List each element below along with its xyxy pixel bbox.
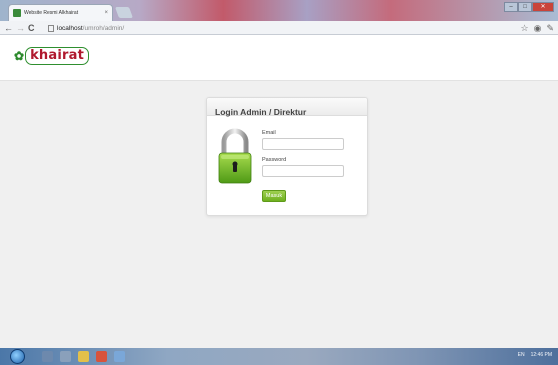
new-tab-button[interactable] bbox=[114, 7, 134, 18]
language-indicator[interactable]: EN bbox=[518, 352, 525, 358]
address-bar[interactable]: localhost /umroh/admin/ bbox=[48, 23, 518, 33]
taskbar-app-icon[interactable] bbox=[42, 351, 53, 362]
clock[interactable]: 12:46 PM bbox=[531, 352, 552, 358]
site-logo[interactable]: ✿ khairat bbox=[14, 47, 89, 65]
forward-button[interactable]: → bbox=[16, 22, 25, 34]
leaf-icon: ✿ bbox=[14, 49, 25, 63]
extension-icon[interactable]: ◉ bbox=[534, 22, 542, 34]
taskbar-app-icon[interactable] bbox=[96, 351, 107, 362]
site-header: ✿ khairat bbox=[0, 35, 558, 81]
favicon-icon bbox=[13, 9, 21, 17]
maximize-button[interactable]: □ bbox=[518, 2, 532, 12]
url-host: localhost bbox=[57, 24, 83, 32]
login-panel: Login Admin / Direktur Email Password Ma… bbox=[206, 97, 368, 216]
logo-text: khairat bbox=[25, 47, 89, 65]
tab-title: Website Resmi Alkhairat bbox=[24, 10, 79, 16]
start-button[interactable] bbox=[10, 349, 25, 364]
minimize-button[interactable]: – bbox=[504, 2, 518, 12]
page-icon bbox=[48, 24, 54, 32]
browser-tab[interactable]: Website Resmi Alkhairat × bbox=[8, 4, 113, 21]
email-label: Email bbox=[262, 130, 276, 136]
page-content: ✿ khairat Login Admin / Direktur Email P… bbox=[0, 35, 558, 348]
system-tray: EN 12:46 PM bbox=[518, 352, 552, 358]
os-taskbar: EN 12:46 PM bbox=[0, 348, 558, 365]
taskbar-app-icon[interactable] bbox=[60, 351, 71, 362]
login-panel-header: Login Admin / Direktur bbox=[207, 98, 367, 117]
login-title: Login Admin / Direktur bbox=[215, 107, 307, 117]
login-form: Email Password Masuk bbox=[262, 130, 344, 202]
padlock-icon bbox=[218, 128, 252, 184]
reload-button[interactable]: C bbox=[28, 22, 35, 34]
submit-button[interactable]: Masuk bbox=[262, 190, 286, 202]
close-window-button[interactable]: ✕ bbox=[532, 2, 554, 12]
browser-toolbar: ← → C localhost /umroh/admin/ ☆ ◉ ✎ bbox=[0, 21, 558, 35]
url-path: /umroh/admin/ bbox=[82, 24, 125, 32]
tab-close-icon[interactable]: × bbox=[104, 10, 108, 16]
email-field[interactable] bbox=[262, 138, 344, 150]
password-field[interactable] bbox=[262, 165, 344, 177]
toolbar-actions: ☆ ◉ ✎ bbox=[521, 22, 554, 34]
taskbar-app-icon[interactable] bbox=[114, 351, 125, 362]
wrench-menu-icon[interactable]: ✎ bbox=[546, 22, 554, 34]
browser-titlebar: Website Resmi Alkhairat × – □ ✕ bbox=[0, 0, 558, 21]
back-button[interactable]: ← bbox=[4, 22, 13, 34]
taskbar-app-icon[interactable] bbox=[78, 351, 89, 362]
password-label: Password bbox=[262, 157, 287, 163]
window-controls: – □ ✕ bbox=[504, 2, 554, 12]
bookmark-star-icon[interactable]: ☆ bbox=[521, 22, 529, 34]
